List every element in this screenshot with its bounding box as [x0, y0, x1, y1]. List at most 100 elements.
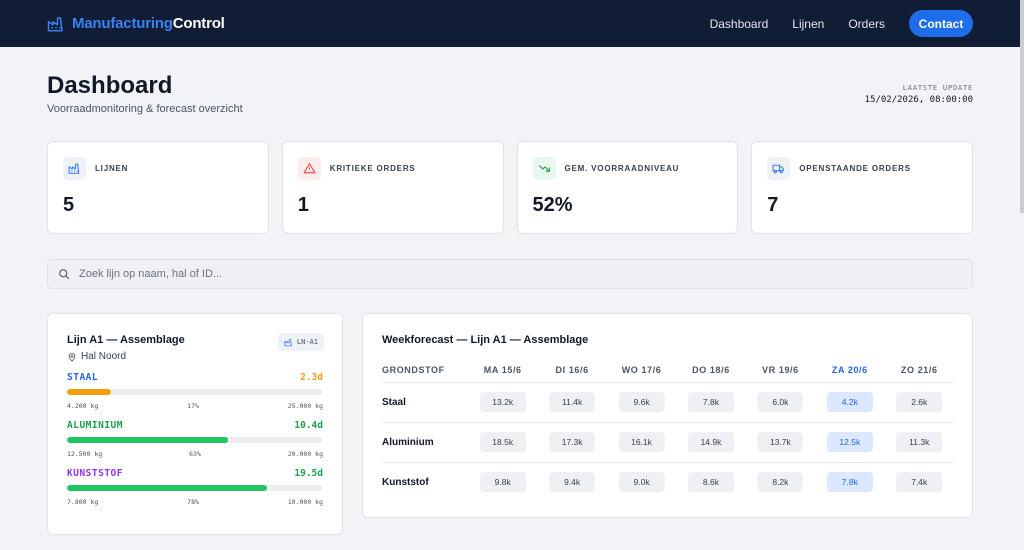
forecast-value: 11.4k	[549, 392, 596, 412]
stock-bar	[67, 437, 323, 443]
table-row: Aluminium 18.5k 17.3k 16.1k 14.9k 13.7k …	[382, 422, 954, 463]
table-row: Kunststof 9.8k 9.4k 9.0k 8.6k 8.2k 7.8k …	[382, 462, 954, 502]
page-title: Dashboard	[47, 72, 173, 99]
page-scrollbar[interactable]	[1020, 0, 1024, 213]
search-input[interactable]	[79, 268, 879, 280]
forecast-value: 11.3k	[896, 432, 943, 452]
stock-bar	[67, 389, 323, 395]
line-location-label: Hal Noord	[81, 351, 127, 362]
page-subtitle: Voorraadmonitoring & forecast overzicht	[47, 103, 243, 115]
material-current: 12.500 kg	[67, 450, 103, 458]
material-current: 4.200 kg	[67, 402, 99, 410]
factory-icon	[63, 157, 86, 180]
forecast-value: 2.6k	[896, 392, 943, 412]
factory-icon	[284, 338, 292, 346]
material-max: 25.000 kg	[287, 402, 323, 410]
column-header-grondstof: GRONDSTOF	[382, 358, 468, 383]
forecast-value: 9.8k	[479, 472, 526, 493]
forecast-value: 8.2k	[757, 472, 804, 493]
row-label: Kunststof	[382, 476, 429, 488]
forecast-value: 9.6k	[618, 392, 665, 412]
stat-card-openstaande-orders: OPENSTAANDE ORDERS 7	[751, 141, 973, 234]
forecast-value: 17.3k	[549, 432, 596, 452]
material-max: 10.000 kg	[287, 498, 323, 506]
forecast-value-today: 4.2k	[826, 392, 873, 412]
forecast-value: 6.0k	[757, 392, 804, 412]
alert-triangle-icon	[297, 157, 321, 180]
stat-label: OPENSTAANDE ORDERS	[799, 164, 911, 173]
forecast-value-today: 7.8k	[826, 472, 873, 493]
material-row-staal: STAAL 2.3d 4.200 kg 17% 25.000 kg	[67, 372, 323, 410]
line-id-badge: LN-A1	[277, 333, 324, 351]
material-days: 2.3d	[300, 372, 323, 383]
forecast-value: 9.0k	[618, 472, 665, 493]
material-row-kunststof: KUNSTSTOF 19.5d 7.800 kg 78% 10.000 kg	[67, 468, 323, 506]
material-name: STAAL	[67, 372, 99, 383]
material-percent: 63%	[189, 450, 201, 458]
stat-card-lijnen: LIJNEN 5	[47, 141, 269, 234]
trending-down-icon	[532, 157, 556, 180]
material-max: 20.000 kg	[287, 450, 323, 458]
column-header-day-today: ZA 20/6	[815, 358, 885, 383]
line-card[interactable]: Lijn A1 — Assemblage LN-A1 Hal Noord STA…	[47, 313, 343, 535]
forecast-title: Weekforecast — Lijn A1 — Assemblage	[382, 334, 589, 346]
forecast-value: 16.1k	[618, 432, 665, 452]
brand-logo[interactable]: ManufacturingControl	[47, 15, 225, 33]
stat-label: GEM. VOORRAADNIVEAU	[564, 164, 680, 173]
forecast-value: 7.4k	[896, 472, 943, 493]
main-nav: Dashboard Lijnen Orders Contact	[710, 0, 973, 47]
column-header-day: ZO 21/6	[884, 358, 954, 383]
forecast-card: Weekforecast — Lijn A1 — Assemblage GRON…	[362, 313, 973, 518]
stat-value: 5	[63, 194, 75, 216]
forecast-value: 9.4k	[549, 472, 596, 493]
nav-link-lijnen[interactable]: Lijnen	[792, 17, 824, 31]
brand-name-part1: Manufacturing	[72, 15, 173, 32]
material-name: ALUMINIUM	[67, 420, 123, 431]
material-percent: 17%	[187, 402, 199, 410]
factory-icon	[47, 16, 63, 31]
last-update-value: 15/02/2026, 08:00:00	[864, 95, 973, 105]
line-location: Hal Noord	[67, 351, 323, 362]
stock-bar-fill	[67, 485, 267, 491]
stat-value: 1	[297, 194, 309, 216]
material-name: KUNSTSTOF	[67, 468, 123, 479]
last-update-label: LAATSTE UPDATE	[902, 84, 973, 92]
forecast-value: 14.9k	[687, 432, 734, 452]
column-header-day: MA 15/6	[468, 358, 538, 383]
nav-link-orders[interactable]: Orders	[848, 17, 885, 31]
stat-value: 7	[767, 194, 779, 216]
material-days: 10.4d	[294, 420, 323, 431]
material-percent: 78%	[187, 498, 199, 506]
stock-bar-fill	[67, 389, 111, 395]
nav-link-dashboard[interactable]: Dashboard	[710, 17, 769, 31]
column-header-day: VR 19/6	[745, 358, 816, 383]
top-navbar: ManufacturingControl Dashboard Lijnen Or…	[0, 0, 1024, 47]
material-current: 7.800 kg	[67, 498, 99, 506]
stats-row: LIJNEN 5 KRITIEKE ORDERS 1 GEM. VOORRAAD…	[47, 141, 973, 234]
material-days: 19.5d	[294, 468, 323, 479]
column-header-day: DO 18/6	[676, 358, 746, 383]
truck-icon	[767, 157, 791, 180]
stock-bar-fill	[67, 437, 229, 443]
row-label: Aluminium	[382, 422, 468, 463]
forecast-value: 13.2k	[479, 392, 526, 412]
forecast-value: 7.8k	[687, 392, 734, 412]
stat-card-voorraadniveau: GEM. VOORRAADNIVEAU 52%	[516, 141, 739, 234]
contact-button[interactable]: Contact	[909, 10, 973, 37]
forecast-value: 13.7k	[757, 432, 804, 452]
forecast-value: 8.6k	[687, 472, 734, 493]
row-label: Staal	[382, 382, 468, 423]
forecast-value-today: 12.5k	[826, 432, 873, 452]
stat-label: LIJNEN	[95, 164, 129, 173]
column-header-day: DI 16/6	[537, 358, 607, 383]
stock-bar	[67, 485, 323, 491]
map-pin-icon	[68, 352, 76, 362]
search-icon	[59, 269, 70, 280]
stat-card-kritieke-orders: KRITIEKE ORDERS 1	[281, 141, 504, 234]
material-row-aluminium: ALUMINIUM 10.4d 12.500 kg 63% 20.000 kg	[67, 420, 323, 458]
search-bar	[47, 259, 973, 289]
table-row: Staal 13.2k 11.4k 9.6k 7.8k 6.0k 4.2k 2.…	[382, 382, 954, 423]
stat-label: KRITIEKE ORDERS	[329, 164, 416, 173]
stat-value: 52%	[532, 194, 573, 216]
line-id: LN-A1	[296, 338, 318, 346]
